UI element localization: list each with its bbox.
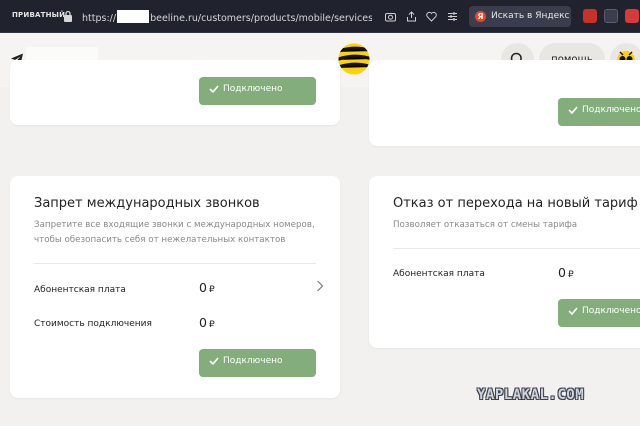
connection-cost-value: 0 ₽ (199, 315, 215, 330)
yandex-search-label: Искать в Яндекс (491, 11, 570, 21)
service-card-top-right: Подключено (369, 60, 640, 146)
subscription-fee-value: 0 ₽ (199, 280, 215, 295)
check-icon (568, 106, 578, 114)
extension-icon[interactable] (625, 9, 639, 23)
service-card-tariff-refusal: Отказ от перехода на новый тариф Позволя… (369, 176, 640, 348)
url-prefix: https:// (82, 13, 117, 24)
lock-icon (64, 10, 72, 22)
yandex-logo-icon: Я (475, 11, 486, 22)
chevron-right-icon[interactable] (316, 280, 324, 292)
browser-toolbar: ПРИВАТНЫЙ https:// beeline.ru/customers/p… (0, 0, 640, 33)
connected-label: Подключено (223, 356, 283, 366)
divider (393, 248, 640, 249)
check-icon (209, 85, 219, 93)
share-icon[interactable] (406, 11, 417, 22)
card-title: Запрет международных звонков (34, 196, 260, 211)
card-description-line2: чтобы обезопасить себя от нежелательных … (34, 235, 286, 245)
yandex-search-button[interactable]: Я Искать в Яндекс (469, 6, 571, 27)
connected-button[interactable]: Подключено (558, 299, 640, 327)
url-suffix: beeline.ru/customers/products/mobile/ser… (150, 13, 372, 24)
beeline-logo-icon[interactable] (338, 43, 370, 75)
camera-icon[interactable] (385, 11, 396, 22)
subscription-fee-label: Абонентская плата (34, 285, 126, 295)
card-description: Позволяет отказаться от смены тарифа (393, 220, 578, 230)
url-redaction (117, 10, 150, 23)
card-title: Отказ от перехода на новый тариф (393, 196, 638, 211)
address-bar[interactable]: https:// beeline.ru/customers/products/mo… (82, 10, 372, 24)
extension-red-icon[interactable] (583, 9, 597, 23)
reader-icon[interactable] (447, 11, 458, 22)
check-icon (209, 357, 219, 365)
connected-label: Подключено (582, 105, 640, 115)
private-mode-label: ПРИВАТНЫЙ (12, 11, 66, 19)
connected-button[interactable]: Подключено (199, 77, 316, 105)
extension-tab-icon[interactable] (604, 9, 618, 23)
connected-label: Подключено (223, 84, 283, 94)
card-description-line1: Запретите все входящие звонки с междунар… (34, 220, 315, 230)
subscription-fee-value: 0 ₽ (558, 265, 574, 280)
service-card-intl-ban: Запрет международных звонков Запретите в… (10, 176, 340, 398)
divider (34, 263, 316, 264)
heart-icon[interactable] (426, 11, 437, 22)
subscription-fee-label: Абонентская плата (393, 269, 485, 279)
connected-button[interactable]: Подключено (199, 349, 316, 377)
connected-label: Подключено (582, 306, 640, 316)
service-card-top-left: Подключено (10, 60, 340, 125)
watermark: YAPLAKAL.COM (477, 387, 585, 403)
connected-button[interactable]: Подключено (558, 98, 640, 126)
check-icon (568, 307, 578, 315)
connection-cost-label: Стоимость подключения (34, 319, 152, 329)
